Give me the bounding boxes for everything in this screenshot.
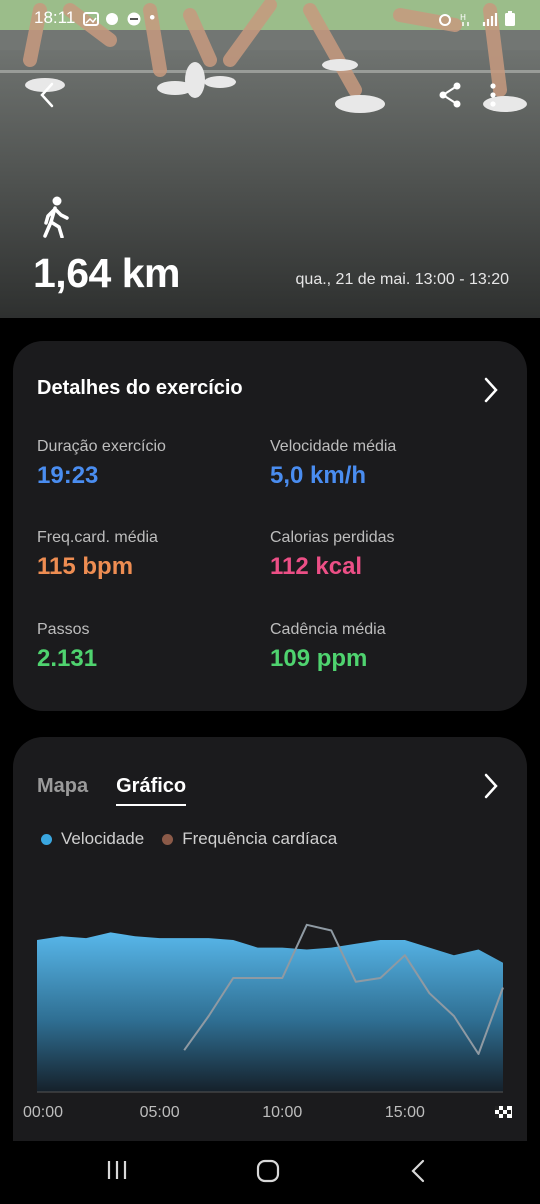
- recents-button[interactable]: [105, 1159, 129, 1186]
- more-notifications-dot: •: [149, 8, 156, 27]
- alarm-icon: [438, 11, 452, 26]
- metric-value: 5,0 km/h: [270, 462, 367, 489]
- home-button[interactable]: [256, 1159, 280, 1188]
- metric-value: 115 bpm: [37, 553, 134, 580]
- chevron-right-icon[interactable]: [483, 773, 499, 799]
- legend-label: Frequência cardíaca: [182, 829, 338, 848]
- speed-heart-rate-chart: [37, 923, 504, 1093]
- x-tick-label: 15:00: [384, 1104, 425, 1121]
- hero-image: 18:11 • H 1,64 km qua., 21 de mai. 13:00…: [0, 0, 540, 318]
- tab-chart[interactable]: Gráfico: [116, 775, 187, 806]
- metric-label: Velocidade média: [270, 438, 397, 455]
- metric-value: 109 ppm: [270, 645, 368, 672]
- workout-datetime: qua., 21 de mai. 13:00 - 13:20: [295, 271, 509, 288]
- series-speed-area: [37, 932, 503, 1092]
- walking-icon: [40, 196, 70, 243]
- recents-icon: [107, 1161, 127, 1179]
- metric-value: 2.131: [37, 645, 98, 672]
- status-bar: 18:11 • H: [34, 6, 518, 30]
- metric-label: Passos: [37, 621, 90, 638]
- metric-label: Cadência média: [270, 621, 386, 638]
- network-icon: H: [460, 11, 474, 26]
- back-button[interactable]: [32, 80, 62, 110]
- exercise-details-card[interactable]: Detalhes do exercício Duração exercício …: [13, 341, 527, 711]
- clock: 18:11: [34, 8, 76, 27]
- view-tabs: Mapa Gráfico: [37, 775, 187, 806]
- share-button[interactable]: [435, 80, 465, 110]
- metric-label: Duração exercício: [37, 438, 166, 455]
- metric-duration: Duração exercício 19:23: [37, 438, 166, 490]
- legend-item-speed[interactable]: Velocidade: [41, 829, 144, 849]
- legend-label: Velocidade: [61, 829, 145, 848]
- gallery-icon: [83, 11, 100, 26]
- x-tick-label: 00:00: [22, 1104, 64, 1121]
- finish-flag-icon: [495, 1106, 512, 1118]
- x-tick-label: 10:00: [262, 1104, 303, 1121]
- metric-value: 112 kcal: [270, 553, 363, 580]
- total-distance: 1,64 km: [33, 250, 180, 296]
- legend-item-heart-rate[interactable]: Frequência cardíaca: [162, 829, 337, 849]
- more-vert-icon: [490, 83, 496, 107]
- metric-avg-speed: Velocidade média 5,0 km/h: [270, 438, 396, 490]
- x-tick-label: 05:00: [139, 1104, 180, 1121]
- metric-label: Freq.card. média: [37, 529, 158, 546]
- share-icon: [439, 82, 461, 108]
- more-options-button[interactable]: [478, 80, 508, 110]
- chevron-right-icon[interactable]: [483, 377, 499, 403]
- graph-card: Mapa Gráfico Velocidade Frequência cardí…: [13, 737, 527, 1141]
- metric-avg-heart-rate: Freq.card. média 115 bpm: [37, 529, 158, 581]
- svg-text:H: H: [460, 13, 466, 22]
- home-icon: [256, 1159, 280, 1183]
- battery-icon: [504, 11, 518, 26]
- tab-map[interactable]: Mapa: [37, 775, 88, 806]
- app-notification-icon: [105, 11, 119, 25]
- back-icon: [411, 1159, 425, 1183]
- do-not-disturb-icon: [127, 11, 141, 26]
- metric-value: 19:23: [37, 462, 99, 489]
- metric-steps: Passos 2.131: [37, 621, 97, 673]
- chart-legend: Velocidade Frequência cardíaca: [41, 829, 337, 849]
- metric-label: Calorias perdidas: [270, 529, 395, 546]
- navigation-bar: [0, 1141, 540, 1204]
- signal-icon: [482, 11, 498, 26]
- metric-calories: Calorias perdidas 112 kcal: [270, 529, 395, 581]
- metric-cadence: Cadência média 109 ppm: [270, 621, 386, 673]
- details-title: Detalhes do exercício: [37, 377, 243, 399]
- legend-swatch: [41, 833, 52, 845]
- chevron-left-icon: [40, 82, 54, 108]
- back-nav-button[interactable]: [410, 1159, 426, 1188]
- legend-swatch: [162, 833, 174, 845]
